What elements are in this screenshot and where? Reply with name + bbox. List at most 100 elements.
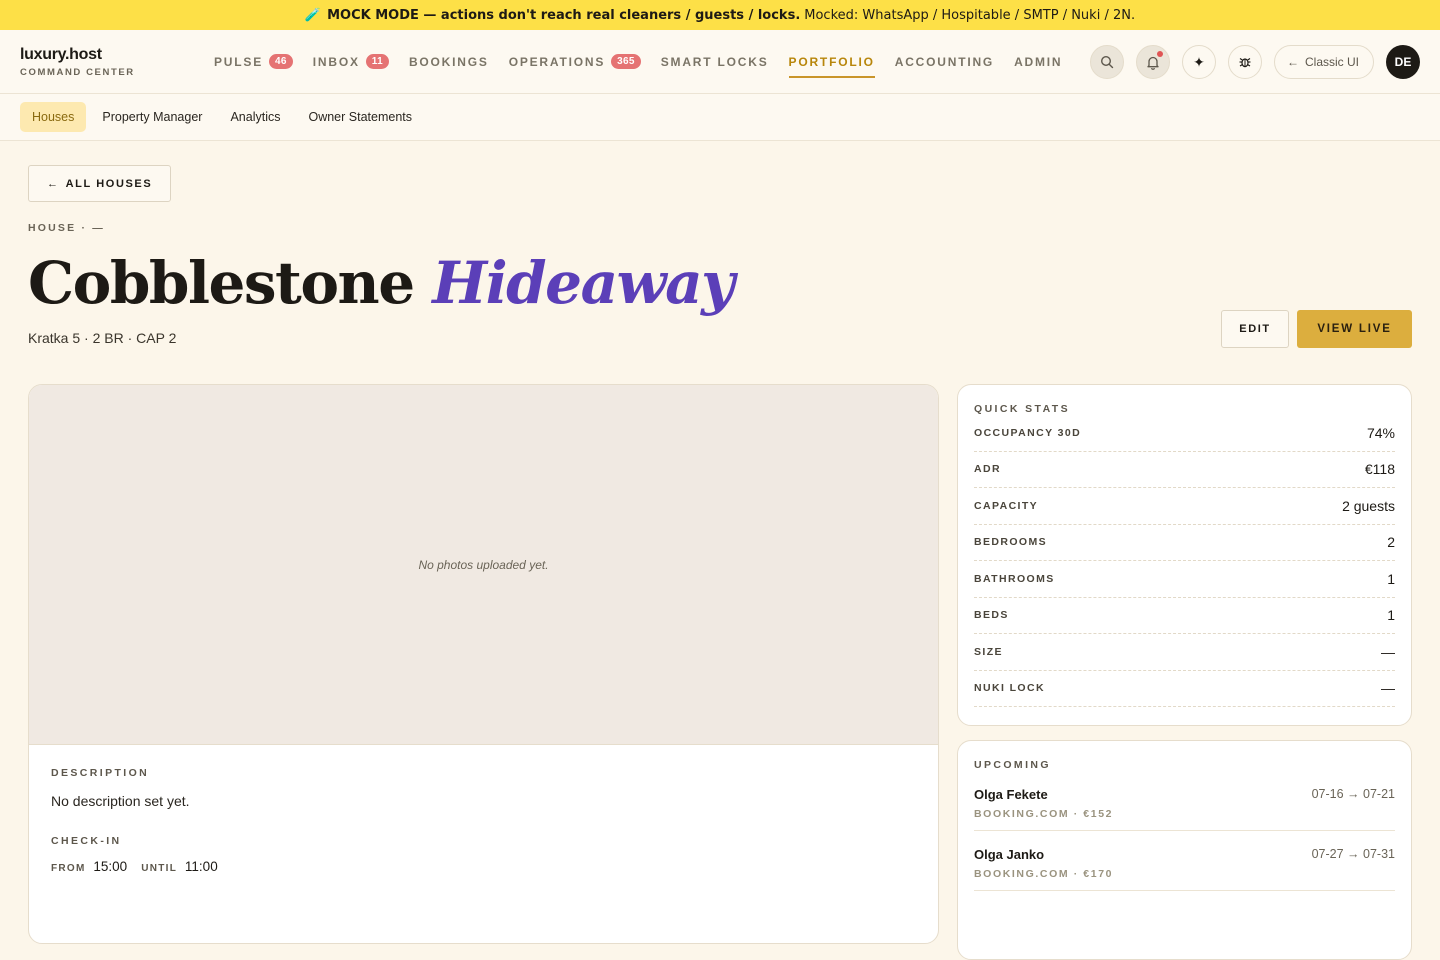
until-label: UNTIL xyxy=(141,863,178,874)
nav-item-operations[interactable]: OPERATIONS 365 xyxy=(509,30,641,94)
house-eyebrow: HOUSE · — xyxy=(28,222,105,234)
booking-meta: BOOKING.COM · €152 xyxy=(974,808,1114,820)
subnav-item-owner-statements[interactable]: Owner Statements xyxy=(296,102,424,132)
classic-ui-button[interactable]: ← Classic UI xyxy=(1273,45,1374,79)
until-value: 11:00 xyxy=(184,859,218,874)
booking-meta: BOOKING.COM · €170 xyxy=(974,868,1114,880)
sparkle-icon: ✦ xyxy=(1193,53,1205,70)
stat-row-beds: BEDS 1 xyxy=(974,598,1395,634)
guest-name: Olga Fekete xyxy=(974,787,1048,802)
upcoming-booking-row[interactable]: Olga Janko BOOKING.COM · €170 07-27 → 07… xyxy=(974,831,1395,891)
house-subtitle: Kratka 5 · 2 BR · CAP 2 xyxy=(28,330,177,346)
nav-label: ADMIN xyxy=(1014,54,1063,69)
nav-item-bookings[interactable]: BOOKINGS xyxy=(409,30,489,94)
notifications-button[interactable] xyxy=(1135,45,1170,79)
avatar[interactable]: DE xyxy=(1386,45,1420,79)
stat-key: BATHROOMS xyxy=(974,572,1055,585)
count-badge: 46 xyxy=(269,54,293,69)
count-badge: 11 xyxy=(365,54,389,69)
subnav-item-analytics[interactable]: Analytics xyxy=(218,102,292,132)
nav-label: ACCOUNTING xyxy=(894,54,995,69)
quick-stats-title: QUICK STATS xyxy=(974,403,1071,415)
bug-report-button[interactable] xyxy=(1227,45,1262,79)
arrow-left-icon: ← xyxy=(47,177,60,190)
mock-banner-strong: MOCK MODE — actions don't reach real cle… xyxy=(327,7,801,23)
house-details-body: DESCRIPTION No description set yet. CHEC… xyxy=(29,745,938,896)
brand[interactable]: luxury.host COMMAND CENTER xyxy=(20,46,214,78)
ai-assistant-button[interactable]: ✦ xyxy=(1181,45,1216,79)
nav-item-accounting[interactable]: ACCOUNTING xyxy=(895,30,994,94)
stat-key: ADR xyxy=(974,463,1001,476)
stat-key: OCCUPANCY 30D xyxy=(974,426,1082,439)
booking-dates: 07-16 → 07-21 xyxy=(1311,787,1395,801)
test-tube-icon: 🧪 xyxy=(304,7,322,23)
notification-dot xyxy=(1156,51,1163,57)
booking-info: Olga Fekete BOOKING.COM · €152 xyxy=(974,787,1113,820)
booking-info: Olga Janko BOOKING.COM · €170 xyxy=(974,847,1113,880)
stat-value: — xyxy=(1381,680,1395,697)
subnav-item-property-manager[interactable]: Property Manager xyxy=(90,102,214,132)
stat-value: €118 xyxy=(1364,461,1395,478)
bug-icon xyxy=(1239,58,1251,68)
stat-key: SIZE xyxy=(974,645,1003,658)
checkin-times: FROM 15:00 UNTIL 11:00 xyxy=(51,859,916,874)
stat-value: 2 xyxy=(1387,534,1395,551)
stat-value: 1 xyxy=(1387,607,1395,624)
guest-name: Olga Janko xyxy=(974,847,1045,862)
checkin-until: UNTIL 11:00 xyxy=(141,859,218,874)
stat-key: BEDROOMS xyxy=(974,536,1048,549)
nav-label: PULSE xyxy=(214,54,264,69)
stat-key: BEDS xyxy=(974,609,1009,622)
nav-item-smart-locks[interactable]: SMART LOCKS xyxy=(661,30,769,94)
from-label: FROM xyxy=(51,863,86,874)
title-main: Cobblestone xyxy=(28,249,415,317)
nav-label: SMART LOCKS xyxy=(660,54,769,69)
stat-value: 2 guests xyxy=(1342,497,1395,514)
mock-mode-banner: 🧪 MOCK MODE — actions don't reach real c… xyxy=(0,0,1440,30)
portfolio-subnav: Houses Property Manager Analytics Owner … xyxy=(0,94,1440,141)
stat-key: NUKI LOCK xyxy=(974,682,1045,695)
all-houses-label: ALL HOUSES xyxy=(65,177,153,190)
stat-value: 74% xyxy=(1366,424,1395,441)
nav-label: BOOKINGS xyxy=(408,54,489,69)
page-title: Cobblestone Hideaway xyxy=(28,248,735,318)
stat-row-nuki-lock: NUKI LOCK — xyxy=(974,671,1395,707)
house-details-card: No photos uploaded yet. DESCRIPTION No d… xyxy=(28,384,939,944)
view-live-button[interactable]: VIEW LIVE xyxy=(1297,310,1412,348)
subnav-item-houses[interactable]: Houses xyxy=(20,102,87,132)
stat-value: 1 xyxy=(1387,570,1395,587)
nav-item-portfolio[interactable]: PORTFOLIO xyxy=(788,30,875,94)
stat-key: CAPACITY xyxy=(974,499,1039,512)
stat-row-capacity: CAPACITY 2 guests xyxy=(974,488,1395,525)
upcoming-booking-row[interactable]: Olga Fekete BOOKING.COM · €152 07-16 → 0… xyxy=(974,771,1395,831)
nav-label: INBOX xyxy=(312,54,360,69)
brand-subtitle: COMMAND CENTER xyxy=(20,66,135,78)
nav-label: PORTFOLIO xyxy=(788,54,875,69)
upcoming-bookings-card: UPCOMING Olga Fekete BOOKING.COM · €152 … xyxy=(957,740,1412,960)
nav-item-pulse[interactable]: PULSE 46 xyxy=(214,30,293,94)
nav-actions: ✦ ← Classic UI DE xyxy=(1089,30,1420,94)
description-text: No description set yet. xyxy=(51,793,190,809)
main-nav: PULSE 46 INBOX 11 BOOKINGS OPERATIONS 36… xyxy=(214,30,1062,94)
title-accent: Hideaway xyxy=(432,249,735,317)
arrow-left-icon: ← xyxy=(1286,55,1299,69)
top-navigation: luxury.host COMMAND CENTER PULSE 46 INBO… xyxy=(0,30,1440,94)
classic-ui-label: Classic UI xyxy=(1304,55,1359,69)
upcoming-title: UPCOMING xyxy=(974,759,1051,771)
brand-name: luxury.host xyxy=(20,45,102,63)
from-value: 15:00 xyxy=(93,859,128,874)
search-button[interactable] xyxy=(1089,45,1124,79)
booking-dates: 07-27 → 07-31 xyxy=(1311,847,1395,861)
all-houses-button[interactable]: ← ALL HOUSES xyxy=(28,165,172,202)
stat-value: — xyxy=(1381,643,1395,660)
nav-item-inbox[interactable]: INBOX 11 xyxy=(313,30,389,94)
quick-stats-card: QUICK STATS OCCUPANCY 30D 74% ADR €118 C… xyxy=(957,384,1412,726)
edit-button[interactable]: EDIT xyxy=(1221,310,1289,348)
stat-row-occupancy: OCCUPANCY 30D 74% xyxy=(974,415,1395,452)
nav-item-admin[interactable]: ADMIN xyxy=(1014,30,1062,94)
photo-placeholder[interactable]: No photos uploaded yet. xyxy=(29,385,938,745)
mock-banner-text: Mocked: WhatsApp / Hospitable / SMTP / N… xyxy=(804,7,1136,23)
description-label: DESCRIPTION xyxy=(51,767,150,779)
stat-row-bedrooms: BEDROOMS 2 xyxy=(974,525,1395,561)
count-badge: 365 xyxy=(611,54,641,69)
